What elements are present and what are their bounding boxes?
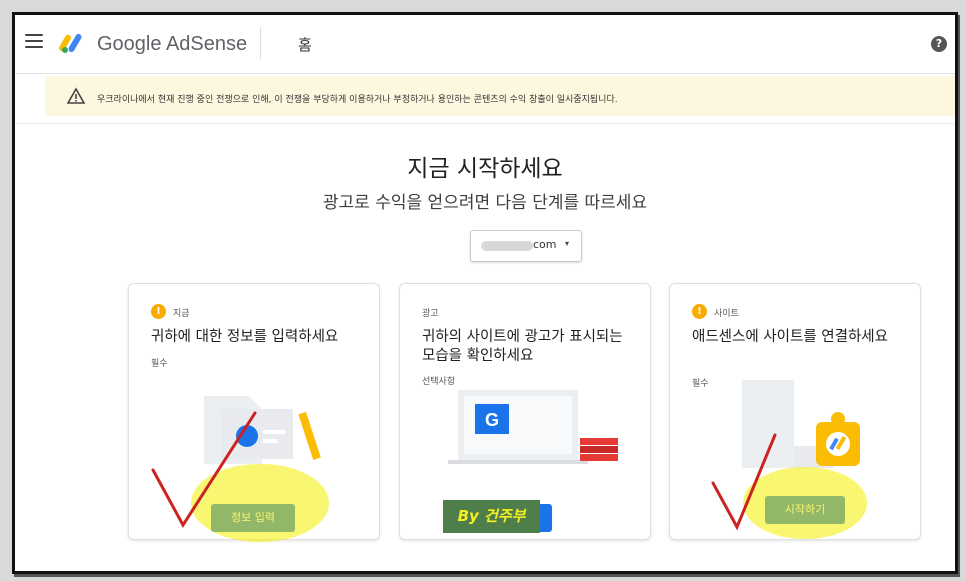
menu-icon[interactable] — [25, 34, 43, 50]
watermark-label: By 건주부 — [443, 500, 540, 533]
enter-info-button[interactable]: 정보 입력 — [211, 504, 295, 532]
svg-text:G: G — [485, 410, 499, 430]
site-select[interactable]: com ▾ — [470, 230, 582, 262]
warning-icon — [67, 87, 85, 104]
banner-text: 우크라이나에서 현재 진행 중인 전쟁으로 인해, 이 전쟁을 부당하게 이용하… — [97, 95, 618, 105]
adsense-logo-icon — [59, 33, 82, 53]
banner-divider — [15, 123, 955, 124]
chevron-down-icon: ▾ — [565, 239, 570, 248]
main-subtitle: 광고로 수익을 얻으려면 다음 단계를 따르세요 — [322, 193, 648, 213]
help-icon[interactable]: ? — [931, 36, 947, 52]
header-divider — [260, 27, 261, 59]
app-brand: Google AdSense — [97, 33, 248, 55]
redacted-domain — [481, 241, 533, 251]
page-title: 홈 — [298, 36, 312, 54]
profile-illustration — [204, 396, 321, 464]
card-personal-info: ! 지금 귀하에 대한 정보를 입력하세요 필수 정보 입력 — [128, 283, 380, 540]
main-title: 지금 시작하세요 — [407, 156, 563, 182]
app-header: Google AdSense 홈 ? — [15, 15, 955, 74]
get-started-button[interactable]: 시작하기 — [765, 496, 845, 524]
browser-window: Google AdSense 홈 ? 우크라이나에서 현재 진행 중인 전쟁으로… — [12, 12, 958, 574]
card-connect-site: ! 사이트 애드센스에 사이트를 연결하세요 필수 시작하기 — [669, 283, 921, 540]
site-select-value: com — [533, 238, 557, 251]
